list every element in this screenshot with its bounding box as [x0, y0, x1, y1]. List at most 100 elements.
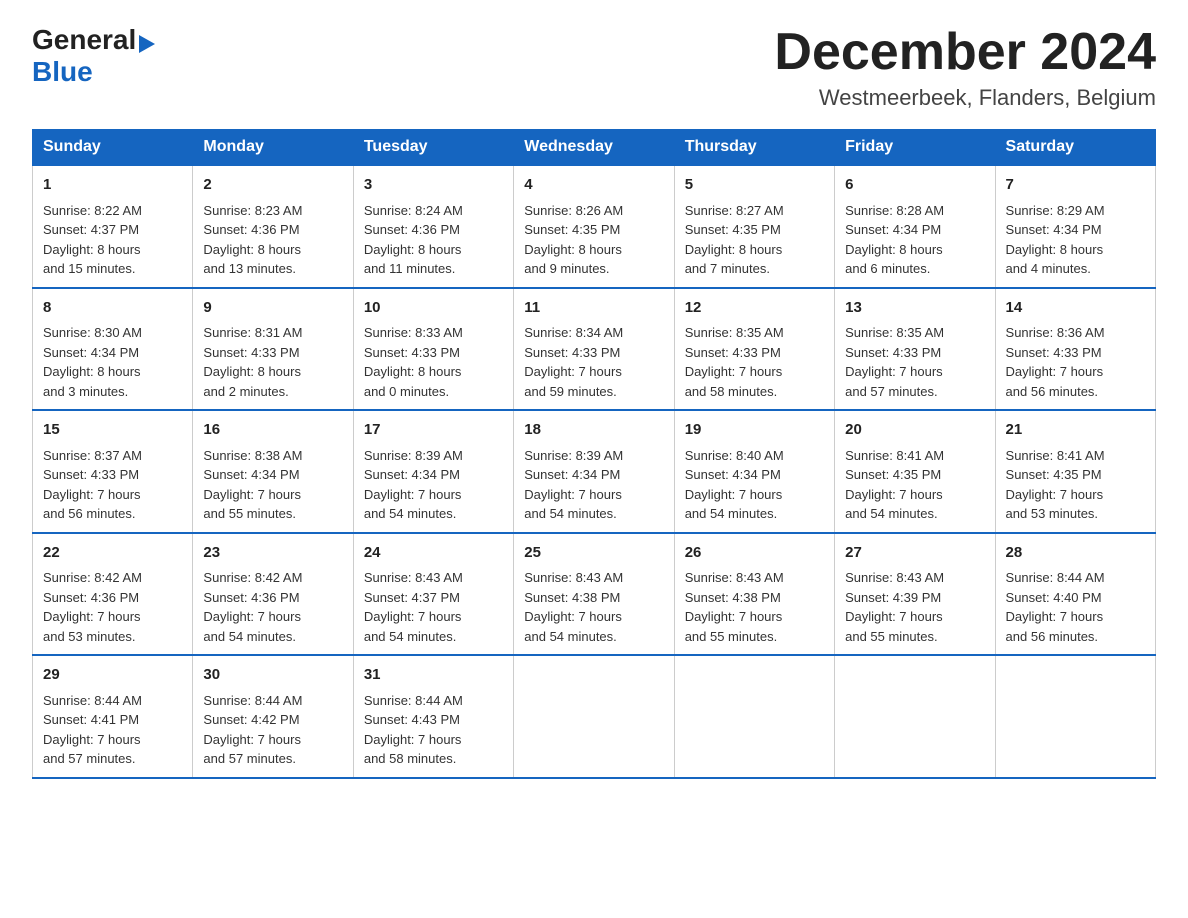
calendar-cell: 28 Sunrise: 8:44 AMSunset: 4:40 PMDaylig…	[995, 533, 1155, 656]
day-number: 26	[685, 542, 824, 565]
day-info: Sunrise: 8:22 AMSunset: 4:37 PMDaylight:…	[43, 203, 142, 277]
day-info: Sunrise: 8:35 AMSunset: 4:33 PMDaylight:…	[685, 325, 784, 399]
day-info: Sunrise: 8:44 AMSunset: 4:43 PMDaylight:…	[364, 693, 463, 767]
calendar-cell: 2 Sunrise: 8:23 AMSunset: 4:36 PMDayligh…	[193, 165, 353, 288]
calendar-cell: 17 Sunrise: 8:39 AMSunset: 4:34 PMDaylig…	[353, 410, 513, 533]
day-number: 25	[524, 542, 663, 565]
day-number: 11	[524, 297, 663, 320]
day-info: Sunrise: 8:44 AMSunset: 4:42 PMDaylight:…	[203, 693, 302, 767]
logo: General Blue	[32, 24, 155, 88]
day-info: Sunrise: 8:37 AMSunset: 4:33 PMDaylight:…	[43, 448, 142, 522]
month-title: December 2024	[774, 24, 1156, 81]
calendar-cell: 16 Sunrise: 8:38 AMSunset: 4:34 PMDaylig…	[193, 410, 353, 533]
calendar-cell: 1 Sunrise: 8:22 AMSunset: 4:37 PMDayligh…	[33, 165, 193, 288]
day-info: Sunrise: 8:40 AMSunset: 4:34 PMDaylight:…	[685, 448, 784, 522]
calendar-cell: 4 Sunrise: 8:26 AMSunset: 4:35 PMDayligh…	[514, 165, 674, 288]
day-info: Sunrise: 8:28 AMSunset: 4:34 PMDaylight:…	[845, 203, 944, 277]
calendar-week-1: 1 Sunrise: 8:22 AMSunset: 4:37 PMDayligh…	[33, 165, 1156, 288]
day-number: 23	[203, 542, 342, 565]
calendar-cell: 30 Sunrise: 8:44 AMSunset: 4:42 PMDaylig…	[193, 655, 353, 778]
day-info: Sunrise: 8:43 AMSunset: 4:38 PMDaylight:…	[524, 570, 623, 644]
calendar-cell: 27 Sunrise: 8:43 AMSunset: 4:39 PMDaylig…	[835, 533, 995, 656]
day-info: Sunrise: 8:35 AMSunset: 4:33 PMDaylight:…	[845, 325, 944, 399]
day-info: Sunrise: 8:43 AMSunset: 4:39 PMDaylight:…	[845, 570, 944, 644]
page-header: General Blue December 2024 Westmeerbeek,…	[32, 24, 1156, 111]
day-info: Sunrise: 8:42 AMSunset: 4:36 PMDaylight:…	[203, 570, 302, 644]
day-number: 12	[685, 297, 824, 320]
calendar-cell: 21 Sunrise: 8:41 AMSunset: 4:35 PMDaylig…	[995, 410, 1155, 533]
calendar-cell: 10 Sunrise: 8:33 AMSunset: 4:33 PMDaylig…	[353, 288, 513, 411]
day-number: 27	[845, 542, 984, 565]
calendar-week-3: 15 Sunrise: 8:37 AMSunset: 4:33 PMDaylig…	[33, 410, 1156, 533]
title-area: December 2024 Westmeerbeek, Flanders, Be…	[774, 24, 1156, 111]
day-info: Sunrise: 8:36 AMSunset: 4:33 PMDaylight:…	[1006, 325, 1105, 399]
calendar-cell: 3 Sunrise: 8:24 AMSunset: 4:36 PMDayligh…	[353, 165, 513, 288]
logo-general: General	[32, 24, 136, 56]
calendar-week-2: 8 Sunrise: 8:30 AMSunset: 4:34 PMDayligh…	[33, 288, 1156, 411]
day-info: Sunrise: 8:34 AMSunset: 4:33 PMDaylight:…	[524, 325, 623, 399]
day-number: 3	[364, 174, 503, 197]
day-info: Sunrise: 8:29 AMSunset: 4:34 PMDaylight:…	[1006, 203, 1105, 277]
day-info: Sunrise: 8:23 AMSunset: 4:36 PMDaylight:…	[203, 203, 302, 277]
calendar-cell: 26 Sunrise: 8:43 AMSunset: 4:38 PMDaylig…	[674, 533, 834, 656]
logo-arrow-icon	[139, 35, 155, 53]
day-info: Sunrise: 8:44 AMSunset: 4:41 PMDaylight:…	[43, 693, 142, 767]
calendar-cell: 7 Sunrise: 8:29 AMSunset: 4:34 PMDayligh…	[995, 165, 1155, 288]
calendar-cell: 31 Sunrise: 8:44 AMSunset: 4:43 PMDaylig…	[353, 655, 513, 778]
day-number: 2	[203, 174, 342, 197]
day-number: 14	[1006, 297, 1145, 320]
day-number: 31	[364, 664, 503, 687]
day-number: 10	[364, 297, 503, 320]
day-number: 6	[845, 174, 984, 197]
calendar-cell: 9 Sunrise: 8:31 AMSunset: 4:33 PMDayligh…	[193, 288, 353, 411]
day-number: 18	[524, 419, 663, 442]
day-info: Sunrise: 8:42 AMSunset: 4:36 PMDaylight:…	[43, 570, 142, 644]
calendar-week-5: 29 Sunrise: 8:44 AMSunset: 4:41 PMDaylig…	[33, 655, 1156, 778]
day-info: Sunrise: 8:30 AMSunset: 4:34 PMDaylight:…	[43, 325, 142, 399]
day-number: 19	[685, 419, 824, 442]
day-number: 24	[364, 542, 503, 565]
calendar-cell: 12 Sunrise: 8:35 AMSunset: 4:33 PMDaylig…	[674, 288, 834, 411]
calendar-cell: 6 Sunrise: 8:28 AMSunset: 4:34 PMDayligh…	[835, 165, 995, 288]
col-header-saturday: Saturday	[995, 130, 1155, 166]
location-title: Westmeerbeek, Flanders, Belgium	[774, 85, 1156, 111]
day-number: 30	[203, 664, 342, 687]
calendar-cell: 5 Sunrise: 8:27 AMSunset: 4:35 PMDayligh…	[674, 165, 834, 288]
day-info: Sunrise: 8:43 AMSunset: 4:38 PMDaylight:…	[685, 570, 784, 644]
calendar-cell	[995, 655, 1155, 778]
day-number: 16	[203, 419, 342, 442]
day-number: 1	[43, 174, 182, 197]
day-info: Sunrise: 8:39 AMSunset: 4:34 PMDaylight:…	[364, 448, 463, 522]
calendar-week-4: 22 Sunrise: 8:42 AMSunset: 4:36 PMDaylig…	[33, 533, 1156, 656]
day-info: Sunrise: 8:27 AMSunset: 4:35 PMDaylight:…	[685, 203, 784, 277]
calendar-cell: 14 Sunrise: 8:36 AMSunset: 4:33 PMDaylig…	[995, 288, 1155, 411]
day-number: 29	[43, 664, 182, 687]
day-info: Sunrise: 8:26 AMSunset: 4:35 PMDaylight:…	[524, 203, 623, 277]
col-header-thursday: Thursday	[674, 130, 834, 166]
day-info: Sunrise: 8:24 AMSunset: 4:36 PMDaylight:…	[364, 203, 463, 277]
calendar-cell: 20 Sunrise: 8:41 AMSunset: 4:35 PMDaylig…	[835, 410, 995, 533]
day-number: 21	[1006, 419, 1145, 442]
col-header-tuesday: Tuesday	[353, 130, 513, 166]
logo-blue: Blue	[32, 56, 93, 87]
day-number: 28	[1006, 542, 1145, 565]
day-number: 8	[43, 297, 182, 320]
day-number: 13	[845, 297, 984, 320]
col-header-sunday: Sunday	[33, 130, 193, 166]
day-info: Sunrise: 8:44 AMSunset: 4:40 PMDaylight:…	[1006, 570, 1105, 644]
col-header-wednesday: Wednesday	[514, 130, 674, 166]
day-number: 4	[524, 174, 663, 197]
day-info: Sunrise: 8:41 AMSunset: 4:35 PMDaylight:…	[1006, 448, 1105, 522]
calendar-cell: 19 Sunrise: 8:40 AMSunset: 4:34 PMDaylig…	[674, 410, 834, 533]
calendar-cell: 23 Sunrise: 8:42 AMSunset: 4:36 PMDaylig…	[193, 533, 353, 656]
calendar-cell	[674, 655, 834, 778]
day-number: 20	[845, 419, 984, 442]
calendar-cell: 29 Sunrise: 8:44 AMSunset: 4:41 PMDaylig…	[33, 655, 193, 778]
day-number: 15	[43, 419, 182, 442]
calendar-cell: 13 Sunrise: 8:35 AMSunset: 4:33 PMDaylig…	[835, 288, 995, 411]
day-info: Sunrise: 8:33 AMSunset: 4:33 PMDaylight:…	[364, 325, 463, 399]
col-header-friday: Friday	[835, 130, 995, 166]
day-number: 7	[1006, 174, 1145, 197]
day-info: Sunrise: 8:38 AMSunset: 4:34 PMDaylight:…	[203, 448, 302, 522]
day-number: 22	[43, 542, 182, 565]
